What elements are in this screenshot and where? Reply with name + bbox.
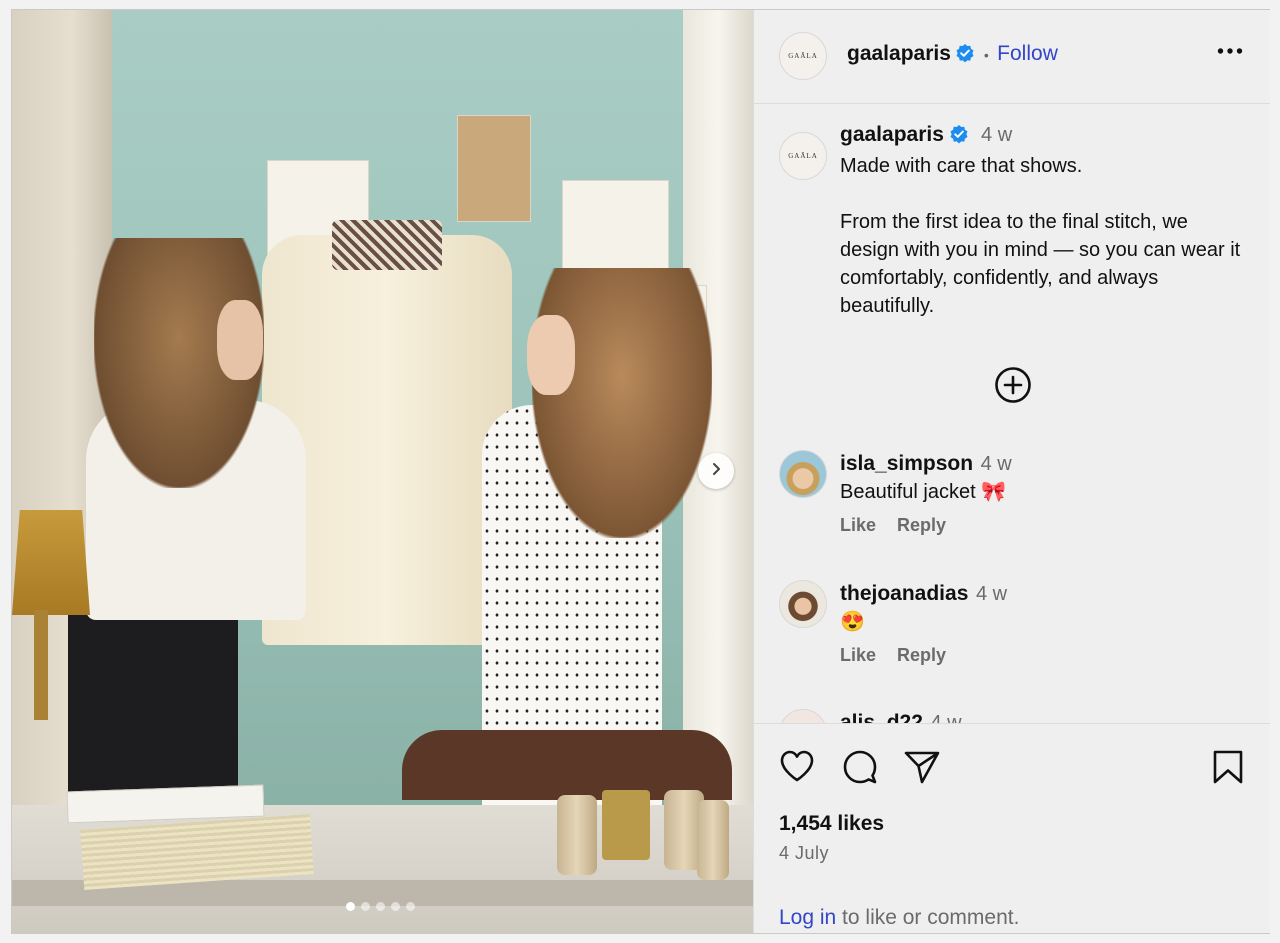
more-options-button[interactable] (1217, 42, 1243, 60)
caption-header: gaalaparis 4 w (840, 121, 1250, 152)
carousel-dot (361, 902, 370, 911)
caption-avatar[interactable]: GAĀLA (779, 132, 827, 180)
image-lamp (34, 610, 48, 720)
comment-username[interactable]: alis_d22 (840, 711, 923, 723)
image-person (217, 300, 263, 380)
follow-button[interactable]: Follow (997, 42, 1058, 65)
caption-username[interactable]: gaalaparis (840, 123, 944, 146)
brand-logo-text: GAĀLA (788, 152, 818, 160)
avatar[interactable] (779, 450, 827, 498)
comment-body: thejoanadias 4 w 😍 (840, 580, 1250, 636)
post-frame: GAĀLA gaalaparis • Follow GAĀLA gaalapar… (11, 9, 1270, 934)
carousel-dot (346, 902, 355, 911)
verified-badge-icon (949, 124, 969, 152)
comment-button[interactable] (842, 749, 878, 790)
avatar[interactable] (779, 709, 827, 723)
like-button[interactable] (779, 749, 815, 788)
carousel-dot (391, 902, 400, 911)
avatar[interactable] (779, 580, 827, 628)
caption-time: 4 w (981, 124, 1013, 146)
login-prompt-text: to like or comment. (836, 906, 1020, 929)
comment-body: isla_simpson 4 w Beautiful jacket 🎀 (840, 450, 1250, 506)
verified-badge-icon (955, 43, 975, 68)
carousel-dot (376, 902, 385, 911)
comment-text: 😍 (840, 611, 865, 633)
comment-bubble-icon (842, 750, 878, 789)
comments-list[interactable]: GAĀLA gaalaparis 4 w Made with care that… (754, 103, 1270, 723)
comment-text: Beautiful jacket 🎀 (840, 481, 1007, 503)
comment-username[interactable]: isla_simpson (840, 452, 973, 475)
login-link[interactable]: Log in (779, 906, 836, 929)
image-coat-collar (332, 220, 442, 270)
comment-time: 4 w (930, 712, 962, 723)
share-button[interactable] (903, 749, 941, 790)
chevron-right-icon (708, 461, 724, 482)
post-header: GAĀLA gaalaparis • Follow (754, 10, 1270, 104)
plus-circle-icon (994, 367, 1032, 408)
comment-actions: Like Reply (840, 515, 962, 536)
separator-dot: • (983, 47, 989, 63)
likes-count[interactable]: 1,454 likes (779, 812, 884, 836)
account-avatar[interactable]: GAĀLA (779, 32, 827, 80)
next-slide-button[interactable] (698, 453, 734, 489)
image-lamp (12, 510, 90, 615)
image-spool (697, 800, 729, 880)
image-person (527, 315, 575, 395)
load-more-comments-button[interactable] (994, 366, 1032, 409)
comment-like-button[interactable]: Like (840, 645, 876, 665)
bookmark-icon (1212, 750, 1244, 789)
header-account-line: gaalaparis • Follow (847, 42, 1058, 68)
carousel-dot (406, 902, 415, 911)
heart-icon (779, 750, 815, 787)
comment-username[interactable]: thejoanadias (840, 582, 968, 605)
comment-body: alis_d22 4 w (840, 709, 1250, 723)
comment-time: 4 w (975, 583, 1008, 605)
comment-time: 4 w (980, 453, 1012, 475)
comment-reply-button[interactable]: Reply (897, 515, 946, 535)
post-side-panel: GAĀLA gaalaparis • Follow GAĀLA gaalapar… (753, 10, 1270, 933)
post-footer: 1,454 likes 4 July Log in to like or com… (754, 723, 1270, 934)
post-caption: gaalaparis 4 w Made with care that shows… (840, 121, 1250, 320)
image-sketch (457, 115, 531, 222)
post-image[interactable] (12, 10, 753, 933)
account-username[interactable]: gaalaparis (847, 42, 951, 65)
image-pencil-cup (602, 790, 650, 860)
image-person (532, 268, 712, 538)
paper-plane-icon (903, 751, 941, 789)
comment-like-button[interactable]: Like (840, 515, 876, 535)
more-horizontal-icon (1217, 42, 1243, 59)
image-person (68, 610, 238, 810)
caption-text: Made with care that shows. From the firs… (840, 155, 1241, 317)
post-date[interactable]: 4 July (779, 843, 829, 864)
comment-actions: Like Reply (840, 645, 962, 666)
image-spool (557, 795, 597, 875)
login-prompt: Log in to like or comment. (779, 906, 1019, 930)
brand-logo-text: GAĀLA (788, 52, 818, 60)
save-button[interactable] (1212, 749, 1244, 790)
comment-reply-button[interactable]: Reply (897, 645, 946, 665)
carousel-indicator (346, 902, 415, 911)
